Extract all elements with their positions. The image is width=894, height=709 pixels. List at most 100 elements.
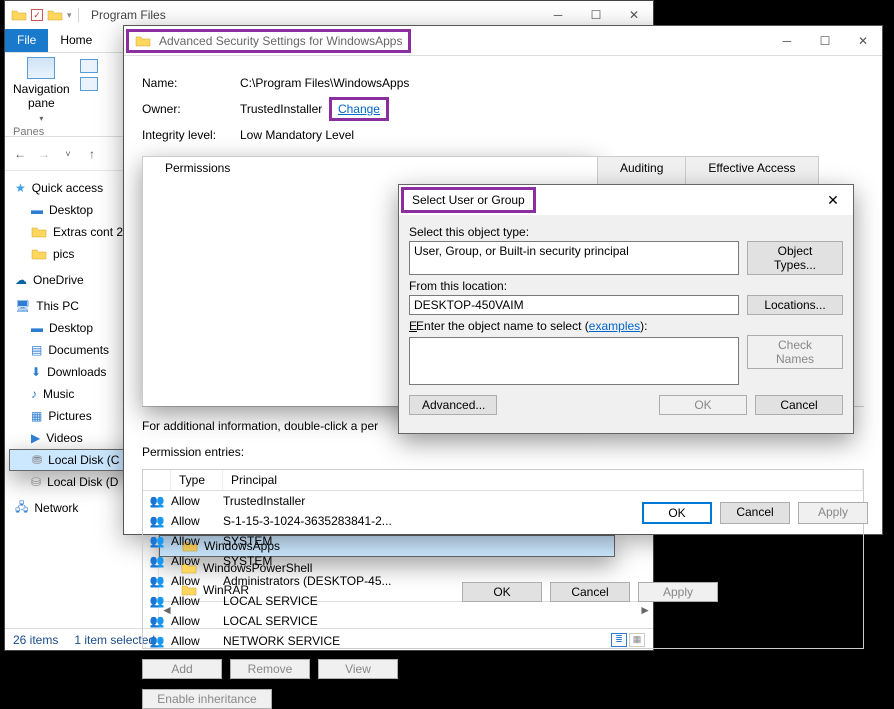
pictures-icon: ▦ [31,409,42,423]
cloud-icon: ☁ [15,273,27,287]
close-button[interactable]: ✕ [813,192,853,209]
entry-type: Allow [171,594,223,608]
change-owner-box: Change [329,97,389,121]
cancel-button[interactable]: Cancel [720,502,790,524]
entry-principal: SYSTEM [223,534,863,548]
integrity-label: Integrity level: [142,128,240,142]
user-icon: 👥 [150,574,165,588]
tab-home[interactable]: Home [48,29,104,52]
folder-icon [47,7,63,23]
permission-row[interactable]: 👥 AllowSYSTEM [143,531,863,551]
list-header: Type Principal [143,470,863,491]
object-name-label: EEnter the object name to select (exampl… [409,319,843,333]
inheritance-row: Enable inheritance [142,689,864,709]
videos-icon: ▶ [31,431,40,445]
props-icon[interactable]: ✓ [31,9,43,21]
nav-pane-label[interactable]: Navigation pane [13,82,70,110]
details-pane-icon[interactable] [80,77,98,91]
entry-type: Allow [171,554,223,568]
desktop-icon: ▬ [31,321,43,335]
enable-inheritance-button[interactable]: Enable inheritance [142,689,272,709]
adv-footer-buttons: OK Cancel Apply [642,502,868,524]
add-button[interactable]: Add [142,659,222,679]
documents-icon: ▤ [31,343,42,357]
folder-icon [11,7,27,23]
examples-link[interactable]: examples [589,319,640,333]
user-icon: 👥 [150,494,165,508]
user-icon: 👥 [150,534,165,548]
object-types-button[interactable]: Object Types... [747,241,843,275]
user-icon: 👥 [150,594,165,608]
network-icon: 🖧 [15,498,28,519]
permission-row[interactable]: 👥 AllowNETWORK SERVICE [143,631,863,649]
close-button[interactable]: ✕ [844,27,882,55]
qat-dropdown-icon[interactable]: ▾ [67,10,72,21]
entry-type: Allow [171,494,223,508]
sel-body: Select this object type: User, Group, or… [399,215,853,421]
object-type-field: User, Group, or Built-in security princi… [409,241,739,275]
entry-type: Allow [171,634,223,648]
user-icon: 👥 [150,614,165,628]
entries-label: Permission entries: [142,445,864,459]
entry-principal: LOCAL SERVICE [223,594,863,608]
chevron-down-icon[interactable]: ▾ [39,114,43,123]
back-button[interactable]: ← [11,147,29,161]
quick-access-toolbar: ✓ ▾ │ [5,7,83,23]
object-type-label: Select this object type: [409,225,843,239]
check-names-button[interactable]: Check Names [747,335,843,369]
object-name-input[interactable] [409,337,739,385]
locations-button[interactable]: Locations... [747,295,843,315]
up-button[interactable]: ↑ [83,147,101,161]
tab-file[interactable]: File [5,29,48,52]
maximize-button[interactable]: ☐ [806,27,844,55]
folder-icon [135,35,151,47]
ok-button[interactable]: OK [659,395,747,415]
owner-label: Owner: [142,102,240,116]
recent-dropdown-icon[interactable]: ˅ [59,149,77,159]
select-user-dialog: Select User or Group ✕ Select this objec… [398,184,854,434]
folder-icon [31,248,47,260]
permission-list[interactable]: Type Principal 👥AllowTrustedInstaller👥Al… [142,469,864,649]
permission-row[interactable]: 👥 AllowAdministrators (DESKTOP-45... [143,571,863,591]
hdr-type[interactable]: Type [171,470,223,490]
sel-titlebar: Select User or Group ✕ [399,185,853,215]
preview-pane-icon[interactable] [80,59,98,73]
forward-button[interactable]: → [35,147,53,161]
name-value: C:\Program Files\WindowsApps [240,76,409,90]
location-field: DESKTOP-450VAIM [409,295,739,315]
entry-principal: NETWORK SERVICE [223,634,863,648]
pc-icon: 🖥 [15,299,30,313]
integrity-value: Low Mandatory Level [240,128,354,142]
hdr-principal[interactable]: Principal [223,470,863,490]
permission-row[interactable]: 👥AllowLOCAL SERVICE [143,611,863,631]
remove-button[interactable]: Remove [230,659,310,679]
ok-button[interactable]: OK [642,502,712,524]
entry-type: Allow [171,574,223,588]
user-icon: 👥 [150,514,165,528]
entry-principal: Administrators (DESKTOP-45... [223,574,863,588]
entry-type: Allow [171,514,223,528]
adv-window-title: Advanced Security Settings for WindowsAp… [159,34,402,48]
cancel-button[interactable]: Cancel [755,395,843,415]
adv-titlebar: Advanced Security Settings for WindowsAp… [124,26,882,56]
minimize-button[interactable]: ─ [768,27,806,55]
apply-button[interactable]: Apply [798,502,868,524]
name-label: Name: [142,76,240,90]
disk-icon: ⛃ [32,453,42,467]
user-icon: 👥 [150,554,165,568]
change-owner-link[interactable]: Change [338,102,380,116]
location-label: From this location: [409,279,843,293]
item-count: 26 items [13,633,58,647]
nav-pane-icon[interactable] [27,57,55,79]
entry-type: Allow [171,534,223,548]
user-icon: 👥 [150,634,165,648]
disk-icon: ⛁ [31,475,41,489]
permission-row[interactable]: 👥AllowSYSTEM [143,551,863,571]
entry-principal: LOCAL SERVICE [223,614,863,628]
desktop-icon: ▬ [31,203,43,217]
entry-buttons: Add Remove View [142,659,864,679]
view-button[interactable]: View [318,659,398,679]
permission-row[interactable]: 👥 AllowLOCAL SERVICE [143,591,863,611]
adv-title-box: Advanced Security Settings for WindowsAp… [126,29,411,53]
advanced-button[interactable]: Advanced... [409,395,497,415]
